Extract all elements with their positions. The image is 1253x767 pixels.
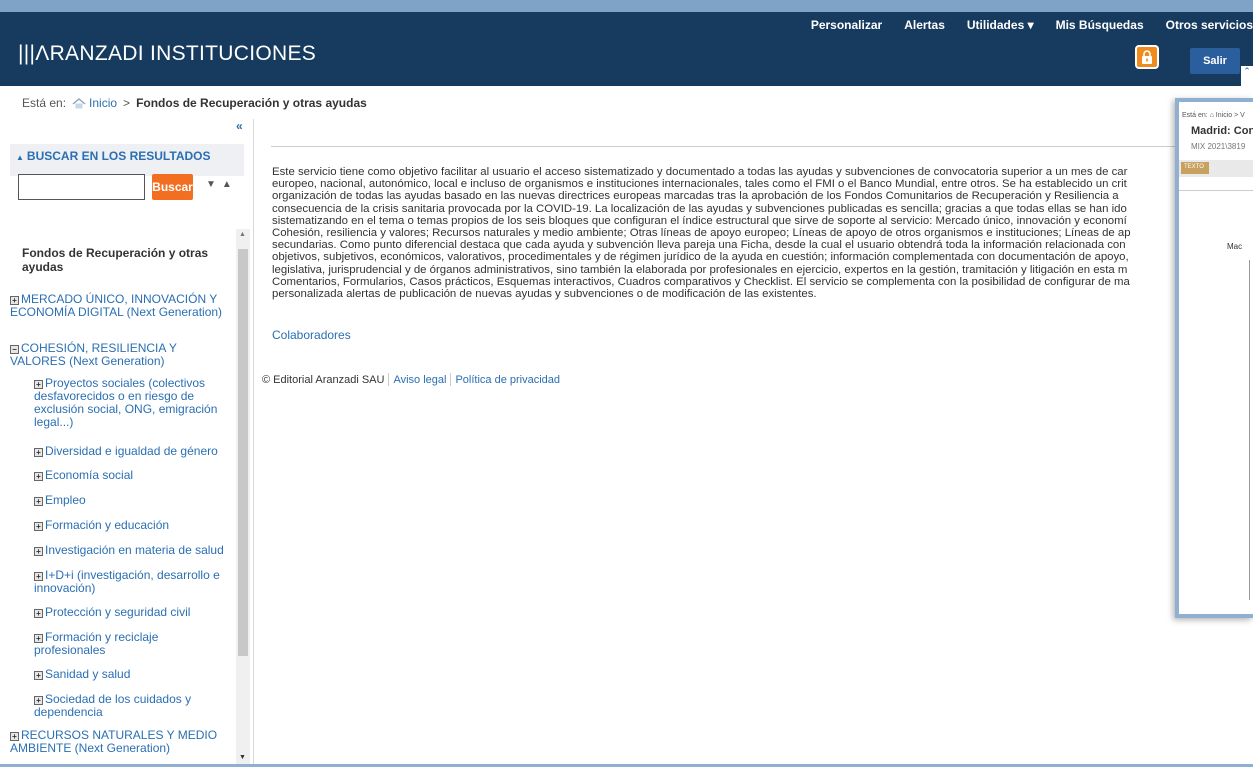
breadcrumb-current: Fondos de Recuperación y otras ayudas — [136, 96, 367, 110]
tree-item[interactable]: + Formación y reciclaje profesionales — [34, 631, 184, 657]
nav-otros-servicios[interactable]: Otros servicios — [1166, 18, 1253, 32]
expand-icon[interactable]: + — [34, 380, 43, 389]
sidebar: « ▲ BUSCAR EN LOS RESULTADOS Buscar ▼▲ Fo… — [10, 119, 254, 767]
tree-title: Fondos de Recuperación y otras ayudas — [22, 246, 209, 274]
sort-arrows-icon[interactable]: ▼▲ — [206, 179, 238, 190]
copyright: © Editorial Aranzadi SAU — [262, 373, 385, 386]
search-results-heading-label: BUSCAR EN LOS RESULTADOS — [26, 149, 211, 163]
preview-title: Madrid: Con — [1191, 125, 1253, 137]
app-header: |||ΛRANZADI INSTITUCIONES Personalizar A… — [0, 0, 1253, 86]
nav-mis-busquedas[interactable]: Mis Búsquedas — [1056, 18, 1144, 32]
tree-item-label[interactable]: Sanidad y salud — [45, 667, 130, 681]
lock-button[interactable] — [1135, 45, 1159, 69]
expand-icon[interactable]: + — [34, 696, 43, 705]
tree-item[interactable]: − COHESIÓN, RESILIENCIA Y VALORES (Next G… — [10, 342, 222, 368]
service-description: Este servicio tiene como objetivo facili… — [272, 166, 1131, 301]
tree-item[interactable]: + Proyectos sociales (colectivos desfavor… — [34, 377, 224, 429]
tree-item-label[interactable]: COHESIÓN, RESILIENCIA Y VALORES (Next Ge… — [10, 341, 177, 368]
collapse-sidebar-icon[interactable]: « — [236, 119, 243, 133]
tree-item[interactable]: + Formación y educación — [34, 519, 234, 532]
expand-icon[interactable]: + — [34, 522, 43, 531]
tree-item[interactable]: + Sociedad de los cuidados y dependencia — [34, 693, 204, 719]
divider — [1179, 190, 1253, 191]
expand-icon[interactable]: + — [10, 296, 19, 305]
divider — [271, 146, 1181, 147]
tree-item-label[interactable]: Empleo — [45, 493, 86, 507]
tree-item-label[interactable]: Formación y reciclaje profesionales — [34, 630, 158, 657]
tree-item-label[interactable]: MERCADO ÚNICO, INNOVACIÓN Y ECONOMÍA DIG… — [10, 292, 222, 319]
lock-icon — [1142, 50, 1152, 64]
tree-item[interactable]: + I+D+i (investigación, desarrollo e inno… — [34, 569, 230, 595]
tree-item[interactable]: + Economía social — [34, 469, 234, 482]
breadcrumb-separator: > — [123, 96, 131, 110]
expand-icon[interactable]: + — [34, 634, 43, 643]
tree-scrollbar[interactable]: ▲ ▼ — [236, 229, 250, 767]
tree-item-label[interactable]: RECURSOS NATURALES Y MEDIO AMBIENTE (Nex… — [10, 728, 217, 755]
top-nav: Personalizar Alertas Utilidades ▾ Mis Bú… — [811, 18, 1253, 32]
tree-item[interactable]: + Sanidad y salud — [34, 668, 234, 681]
triangle-up-icon: ▲ — [16, 153, 24, 162]
buscar-button[interactable]: Buscar — [152, 174, 193, 200]
tree-item[interactable]: + Investigación en materia de salud — [34, 544, 234, 557]
search-input[interactable] — [18, 174, 145, 200]
expand-icon[interactable]: + — [34, 448, 43, 457]
tree-item[interactable]: + MERCADO ÚNICO, INNOVACIÓN Y ECONOMÍA DI… — [10, 293, 232, 319]
document-preview-panel[interactable]: Está en: ⌂ Inicio > V Madrid: Con MIX 20… — [1175, 98, 1253, 618]
privacidad-link[interactable]: Política de privacidad — [455, 374, 560, 386]
tree-item-label[interactable]: Sociedad de los cuidados y dependencia — [34, 692, 191, 719]
expand-icon[interactable]: + — [10, 732, 19, 741]
nav-personalizar[interactable]: Personalizar — [811, 18, 882, 32]
expand-icon[interactable]: + — [34, 671, 43, 680]
tab-texto[interactable]: TEXTO — [1181, 162, 1209, 174]
aranzadi-logo[interactable]: |||ΛRANZADI INSTITUCIONES — [18, 42, 316, 66]
breadcrumb-home[interactable]: Inicio — [72, 96, 117, 110]
tree-item[interactable]: + RECURSOS NATURALES Y MEDIO AMBIENTE (Ne… — [10, 729, 232, 755]
breadcrumb-home-label[interactable]: Inicio — [89, 96, 117, 110]
expand-icon[interactable]: + — [34, 472, 43, 481]
divider — [388, 373, 390, 386]
colaboradores-link[interactable]: Colaboradores — [272, 328, 351, 342]
scrollbar-thumb[interactable] — [238, 249, 248, 656]
breadcrumb: Está en: Inicio > Fondos de Recuperación… — [22, 96, 367, 110]
search-results-heading[interactable]: ▲ BUSCAR EN LOS RESULTADOS — [10, 144, 244, 176]
tree-item[interactable]: + Protección y seguridad civil — [34, 606, 234, 619]
scroll-up-icon[interactable]: ▲ — [239, 231, 246, 238]
aviso-legal-link[interactable]: Aviso legal — [393, 374, 446, 386]
expand-icon[interactable]: + — [34, 497, 43, 506]
tree-item-label[interactable]: Investigación en materia de salud — [45, 543, 224, 557]
tree-item-label[interactable]: Formación y educación — [45, 518, 169, 532]
home-icon — [72, 97, 86, 108]
chevron-up-icon[interactable]: ⌃ — [1241, 66, 1253, 86]
expand-icon[interactable]: + — [34, 572, 43, 581]
preview-body: Mac — [1227, 242, 1243, 251]
preview-breadcrumb: Está en: ⌂ Inicio > V — [1182, 112, 1245, 119]
tree-item-label[interactable]: Diversidad e igualdad de género — [45, 444, 218, 458]
preview-reference: MIX 2021\3819 — [1191, 142, 1246, 151]
expand-icon[interactable]: + — [34, 547, 43, 556]
nav-alertas[interactable]: Alertas — [904, 18, 945, 32]
preview-frame — [1249, 260, 1253, 600]
collapse-icon[interactable]: − — [10, 345, 19, 354]
expand-icon[interactable]: + — [34, 609, 43, 618]
tree-item[interactable]: + Empleo — [34, 494, 234, 507]
breadcrumb-prefix: Está en: — [22, 96, 67, 110]
salir-button[interactable]: Salir — [1190, 48, 1240, 74]
tree-item-label[interactable]: Proyectos sociales (colectivos desfavore… — [34, 376, 217, 429]
footer: © Editorial Aranzadi SAU Aviso legal Pol… — [262, 373, 560, 386]
tree-item-label[interactable]: Protección y seguridad civil — [45, 605, 190, 619]
tree-item-label[interactable]: Economía social — [45, 468, 133, 482]
nav-utilidades[interactable]: Utilidades ▾ — [967, 18, 1034, 32]
tree-item-label[interactable]: I+D+i (investigación, desarrollo e innov… — [34, 568, 220, 595]
tree-item[interactable]: + Diversidad e igualdad de género — [34, 445, 234, 458]
scroll-down-icon[interactable]: ▼ — [239, 754, 246, 761]
divider — [450, 373, 452, 386]
tree-panel: Fondos de Recuperación y otras ayudas + M… — [10, 229, 254, 767]
